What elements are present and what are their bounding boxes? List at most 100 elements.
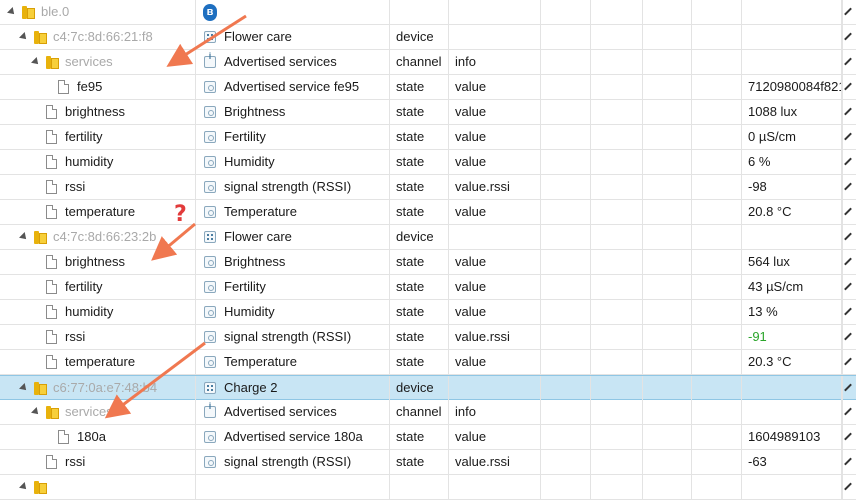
table-row[interactable]: rssi signal strength (RSSI) state value.rss… [0,325,856,350]
object-value-cell[interactable] [742,25,842,49]
object-value-cell[interactable] [742,225,842,249]
object-id-cell[interactable]: c4:7c:8d:66:23:2b [0,225,196,249]
object-value-cell[interactable] [742,475,842,499]
object-name-cell[interactable]: Temperature [196,350,390,374]
expand-triangle-icon[interactable] [19,32,29,42]
object-name-cell[interactable]: Advertised service 180a [196,425,390,449]
object-value-cell[interactable]: 1088 lux [742,100,842,124]
table-row[interactable]: c4:7c:8d:66:21:f8 Flower care device [0,25,856,50]
object-name-cell[interactable]: Brightness [196,100,390,124]
object-id-cell[interactable]: rssi [0,325,196,349]
edit-button[interactable] [842,450,856,474]
table-row[interactable]: ble.0 [0,0,856,25]
object-id-cell[interactable]: humidity [0,300,196,324]
object-name-cell[interactable]: Fertility [196,125,390,149]
table-row[interactable]: 180a Advertised service 180a state value 160… [0,425,856,450]
object-name-cell[interactable] [196,475,390,499]
object-name-cell[interactable]: Flower care [196,25,390,49]
edit-button[interactable] [842,75,856,99]
edit-button[interactable] [842,175,856,199]
object-value-cell[interactable]: -91 [742,325,842,349]
object-id-cell[interactable]: rssi [0,450,196,474]
table-row[interactable]: fe95 Advertised service fe95 state value 712… [0,75,856,100]
table-row[interactable]: temperature Temperature state value 20.3 °C [0,350,856,375]
object-value-cell[interactable] [742,376,842,400]
expand-triangle-icon[interactable] [19,383,29,393]
object-id-cell[interactable]: humidity [0,150,196,174]
table-row[interactable]: c4:7c:8d:66:23:2b Flower care device [0,225,856,250]
edit-button[interactable] [842,250,856,274]
object-id-cell[interactable]: temperature [0,200,196,224]
object-value-cell[interactable] [742,0,842,24]
object-name-cell[interactable]: Humidity [196,150,390,174]
object-id-cell[interactable]: temperature [0,350,196,374]
edit-button[interactable] [842,425,856,449]
table-row[interactable]: rssi signal strength (RSSI) state value.rss… [0,450,856,475]
object-name-cell[interactable]: Charge 2 [196,376,390,400]
object-value-cell[interactable]: 1604989103 [742,425,842,449]
edit-button[interactable] [842,50,856,74]
expand-triangle-icon[interactable] [31,57,41,67]
object-name-cell[interactable]: Flower care [196,225,390,249]
table-row[interactable]: fertility Fertility state value 43 µS/cm [0,275,856,300]
object-value-cell[interactable]: 564 lux [742,250,842,274]
edit-button[interactable] [842,400,856,424]
table-row[interactable]: humidity Humidity state value 13 % [0,300,856,325]
object-name-cell[interactable]: Advertised service fe95 [196,75,390,99]
edit-button[interactable] [842,325,856,349]
edit-button[interactable] [842,100,856,124]
table-row[interactable] [0,475,856,500]
object-name-cell[interactable]: signal strength (RSSI) [196,325,390,349]
edit-button[interactable] [842,25,856,49]
object-id-cell[interactable]: 180a [0,425,196,449]
object-id-cell[interactable] [0,475,196,499]
expand-triangle-icon[interactable] [19,232,29,242]
object-id-cell[interactable]: brightness [0,250,196,274]
table-row[interactable]: rssi signal strength (RSSI) state value.rss… [0,175,856,200]
table-row[interactable]: services Advertised services channelinfo [0,50,856,75]
object-name-cell[interactable]: signal strength (RSSI) [196,450,390,474]
object-name-cell[interactable]: Advertised services [196,50,390,74]
object-id-cell[interactable]: brightness [0,100,196,124]
edit-button[interactable] [842,125,856,149]
object-name-cell[interactable]: Humidity [196,300,390,324]
object-value-cell[interactable]: 6 % [742,150,842,174]
edit-button[interactable] [842,275,856,299]
object-id-cell[interactable]: ble.0 [0,0,196,24]
edit-button[interactable] [842,475,856,499]
object-id-cell[interactable]: fertility [0,275,196,299]
expand-triangle-icon[interactable] [7,7,17,17]
object-value-cell[interactable]: 7120980084f821 [742,75,842,99]
object-id-cell[interactable]: fe95 [0,75,196,99]
edit-button[interactable] [842,200,856,224]
object-name-cell[interactable] [196,0,390,24]
object-value-cell[interactable]: 43 µS/cm [742,275,842,299]
table-row[interactable]: c6:77:0a:e7:48:b4 Charge 2 device [0,375,856,400]
table-row[interactable]: fertility Fertility state value 0 µS/cm [0,125,856,150]
object-value-cell[interactable]: 20.8 °C [742,200,842,224]
edit-button[interactable] [842,300,856,324]
object-name-cell[interactable]: Brightness [196,250,390,274]
object-value-cell[interactable]: 13 % [742,300,842,324]
object-value-cell[interactable]: 20.3 °C [742,350,842,374]
object-value-cell[interactable]: -63 [742,450,842,474]
object-id-cell[interactable]: services [0,50,196,74]
object-id-cell[interactable]: services [0,400,196,424]
table-row[interactable]: brightness Brightness state value 564 lux [0,250,856,275]
object-value-cell[interactable] [742,400,842,424]
table-row[interactable]: temperature Temperature state value 20.8 °C [0,200,856,225]
object-id-cell[interactable]: rssi [0,175,196,199]
edit-button[interactable] [842,0,856,24]
table-row[interactable]: brightness Brightness state value 1088 lux [0,100,856,125]
edit-button[interactable] [842,350,856,374]
object-value-cell[interactable]: 0 µS/cm [742,125,842,149]
expand-triangle-icon[interactable] [31,407,41,417]
object-name-cell[interactable]: Advertised services [196,400,390,424]
edit-button[interactable] [842,225,856,249]
object-name-cell[interactable]: Temperature [196,200,390,224]
object-name-cell[interactable]: signal strength (RSSI) [196,175,390,199]
object-value-cell[interactable]: -98 [742,175,842,199]
edit-button[interactable] [842,376,856,400]
edit-button[interactable] [842,150,856,174]
object-value-cell[interactable] [742,50,842,74]
